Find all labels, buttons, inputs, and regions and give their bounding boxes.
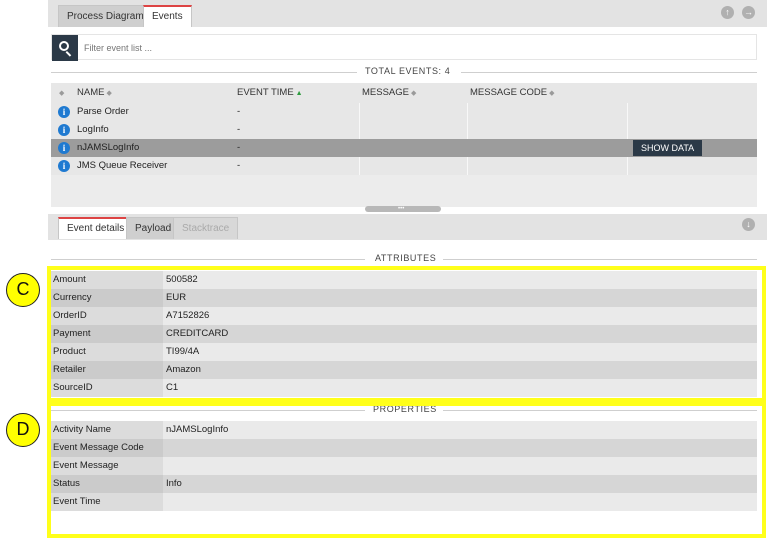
properties-highlight-box (47, 402, 766, 538)
show-data-button[interactable]: SHOW DATA (633, 140, 703, 156)
column-header-event-time[interactable]: EVENT TIME ▲ (237, 87, 303, 98)
info-icon: i (58, 160, 70, 172)
event-time: - (237, 142, 241, 153)
attributes-header: ATTRIBUTES (51, 253, 757, 265)
filter-event-input[interactable] (84, 39, 744, 57)
annotation-badge-d: D (6, 413, 40, 447)
column-header-name[interactable]: NAME ◆ (77, 87, 112, 98)
column-header-message[interactable]: MESSAGE ◆ (362, 87, 416, 98)
event-row[interactable]: i LogInfo - (51, 121, 757, 139)
arrow-down-icon[interactable]: ↓ (742, 218, 755, 231)
event-name: LogInfo (77, 124, 109, 135)
events-table-header: ◆ NAME ◆ EVENT TIME ▲ MESSAGE ◆ MESSAGE COD… (51, 83, 757, 103)
tab-stacktrace: Stacktrace (173, 217, 239, 239)
event-row[interactable]: i JMS Queue Receiver - (51, 157, 757, 175)
event-row[interactable]: i Parse Order - (51, 103, 757, 121)
tab-process-diagram[interactable]: Process Diagram (58, 5, 153, 27)
total-events-header: TOTAL EVENTS: 4 (51, 66, 757, 78)
top-tab-bar: Process Diagram Events ↑ → (48, 0, 767, 27)
event-name: JMS Queue Receiver (77, 160, 168, 171)
detail-tab-bar: Event details Payload Stacktrace ↓ (48, 214, 767, 240)
info-icon: i (58, 142, 70, 154)
events-table: ◆ NAME ◆ EVENT TIME ▲ MESSAGE ◆ MESSAGE COD… (51, 83, 757, 207)
event-name: Parse Order (77, 106, 129, 117)
event-time: - (237, 160, 241, 171)
column-header-message-code[interactable]: MESSAGE CODE ◆ (470, 87, 554, 98)
annotation-badge-c: C (6, 273, 40, 307)
tab-event-details[interactable]: Event details (58, 217, 134, 239)
info-icon: i (58, 106, 70, 118)
event-row-selected[interactable]: i nJAMSLogInfo - SHOW DATA (51, 139, 757, 157)
event-filter-bar (51, 34, 757, 61)
info-icon: i (58, 124, 70, 136)
search-button[interactable] (52, 35, 78, 61)
arrow-up-icon[interactable]: ↑ (721, 6, 734, 19)
attributes-title: ATTRIBUTES (375, 253, 437, 263)
event-time: - (237, 124, 241, 135)
select-column-sort[interactable]: ◆ (57, 87, 64, 98)
event-time: - (237, 106, 241, 117)
event-name: nJAMSLogInfo (77, 142, 140, 153)
attributes-highlight-box (47, 266, 766, 402)
arrow-right-icon[interactable]: → (742, 6, 755, 19)
total-events-count: TOTAL EVENTS: 4 (365, 66, 451, 76)
pane-splitter-handle[interactable]: ••• (365, 206, 441, 212)
tab-events[interactable]: Events (143, 5, 192, 27)
